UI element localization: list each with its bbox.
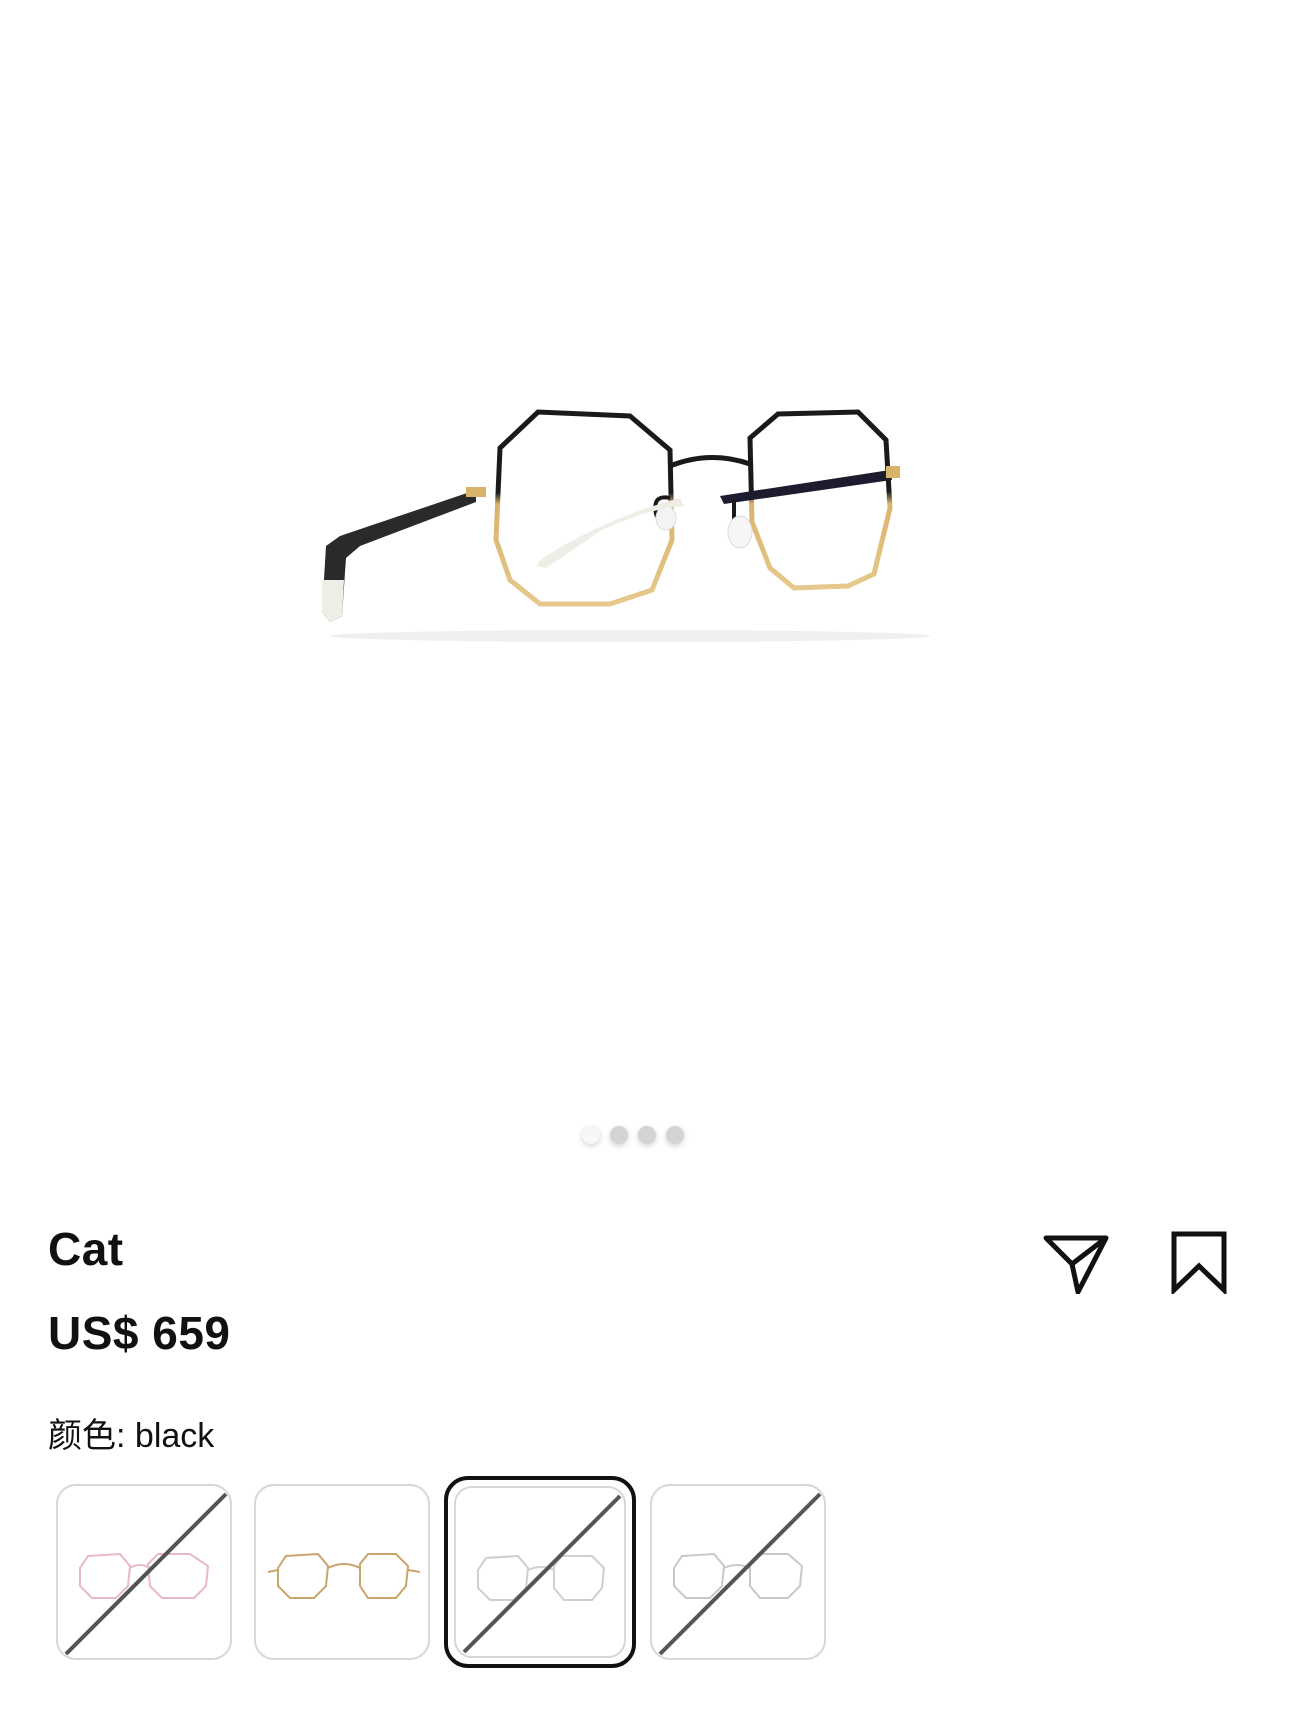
unavailable-strike-line <box>462 1494 622 1654</box>
color-label: 颜色: <box>48 1417 126 1455</box>
pagination-dot-3[interactable] <box>638 1126 656 1144</box>
bookmark-icon <box>1171 1231 1227 1296</box>
color-swatch-4[interactable] <box>650 1484 826 1660</box>
swatch-glasses-thumbnail <box>267 1552 421 1599</box>
color-value: black <box>134 1417 215 1455</box>
product-name: Cat <box>48 1223 124 1275</box>
glasses-product-image <box>322 409 930 642</box>
color-selection-label: 颜色: black <box>48 1408 214 1457</box>
product-price: US$ 659 <box>48 1307 231 1359</box>
unavailable-strike-line <box>658 1492 822 1656</box>
product-page: Cat US$ 659 颜色: black <box>0 0 1290 1711</box>
swatch-glasses-thumbnail <box>462 1494 622 1654</box>
bookmark-button[interactable] <box>1162 1222 1234 1296</box>
pagination-dot-4[interactable] <box>666 1126 684 1144</box>
unavailable-strike-line <box>64 1492 228 1656</box>
color-swatch-2[interactable] <box>254 1484 430 1660</box>
carousel-pagination <box>582 1126 684 1144</box>
pagination-dot-2[interactable] <box>610 1126 628 1144</box>
product-image-carousel[interactable] <box>0 0 1290 1180</box>
swatch-glasses-thumbnail <box>64 1492 228 1656</box>
color-swatch-list <box>56 1476 836 1668</box>
send-icon <box>1043 1235 1109 1295</box>
share-button[interactable] <box>1040 1222 1112 1295</box>
swatch-glasses-thumbnail <box>658 1492 822 1656</box>
pagination-dot-1[interactable] <box>582 1126 600 1144</box>
color-swatch-1[interactable] <box>56 1484 232 1660</box>
swatch-inner-frame <box>454 1486 626 1658</box>
color-swatch-3-selected[interactable] <box>444 1476 636 1668</box>
